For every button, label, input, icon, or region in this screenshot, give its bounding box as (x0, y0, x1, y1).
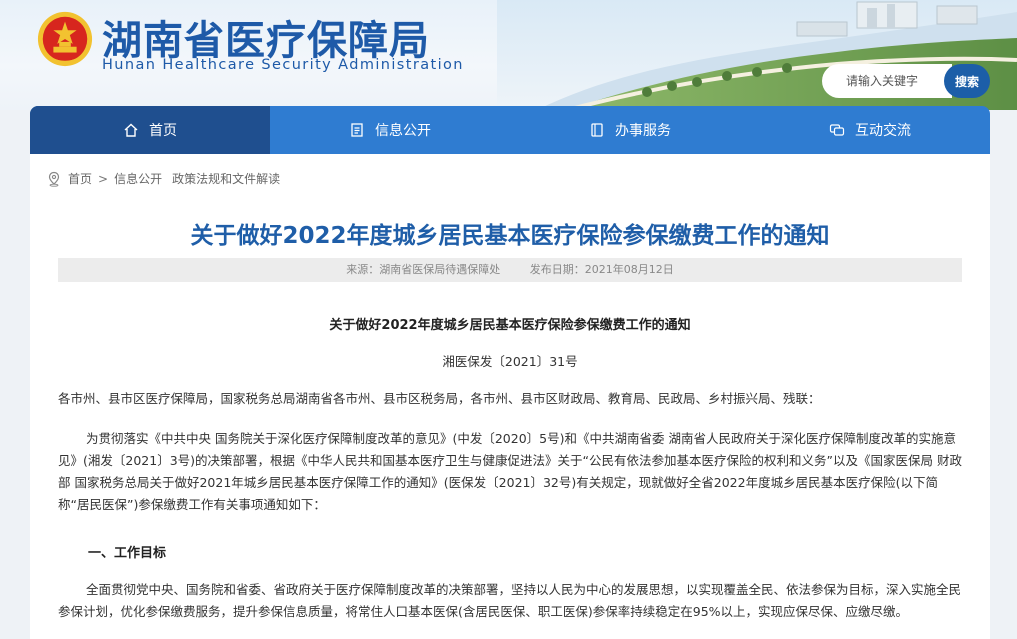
article-meta: 来源：湖南省医保局待遇保障处 发布日期：2021年08月12日 (58, 258, 962, 282)
site-subtitle-en: Hunan Healthcare Security Administration (102, 57, 464, 73)
breadcrumb-info-disclosure[interactable]: 信息公开 (114, 170, 162, 187)
document-icon (351, 123, 363, 137)
nav-item-label: 首页 (149, 123, 177, 139)
nav-item-interaction[interactable]: 互动交流 (750, 106, 990, 154)
main-content: 首页 > 信息公开 政策法规和文件解读 关于做好2022年度城乡居民基本医疗保险… (30, 154, 990, 639)
section-heading: 一、工作目标 (88, 546, 167, 561)
breadcrumb-policy[interactable]: 政策法规和文件解读 (172, 170, 280, 187)
site-header: 湖南省医疗保障局 Hunan Healthcare Security Admin… (0, 0, 1017, 110)
search-button[interactable]: 搜索 (944, 64, 990, 98)
book-icon (591, 123, 603, 137)
document-number: 湘医保发〔2021〕31号 (442, 354, 578, 369)
breadcrumb-home[interactable]: 首页 (68, 170, 92, 187)
nav-item-label: 互动交流 (855, 123, 911, 139)
document-title: 关于做好2022年度城乡居民基本医疗保险参保缴费工作的通知 (329, 318, 691, 333)
nav-item-info-disclosure[interactable]: 信息公开 (270, 106, 510, 154)
location-pin-icon (48, 171, 60, 187)
section-paragraph: 全面贯彻党中央、国务院和省委、省政府关于医疗保障制度改革的决策部署，坚持以人民为… (58, 582, 962, 619)
article-source: 来源：湖南省医保局待遇保障处 (346, 263, 501, 276)
page-title: 关于做好2022年度城乡居民基本医疗保险参保缴费工作的通知 (190, 223, 830, 249)
nav-item-home[interactable]: 首页 (30, 106, 270, 154)
nav-item-label: 信息公开 (375, 123, 431, 139)
breadcrumb: 首页 > 信息公开 政策法规和文件解读 (46, 170, 280, 187)
search-input[interactable] (822, 64, 952, 98)
home-icon (124, 123, 138, 137)
breadcrumb-separator: > (98, 171, 109, 186)
main-nav: 首页 信息公开 办事服务 互动交流 (30, 106, 990, 154)
search-box: 搜索 (822, 64, 990, 98)
chat-icon (829, 124, 845, 136)
addressee-paragraph: 各市州、县市区医疗保障局，国家税务总局湖南省各市州、县市区税务局，各市州、县市区… (58, 391, 821, 406)
nav-item-services[interactable]: 办事服务 (510, 106, 750, 154)
nav-item-label: 办事服务 (615, 123, 671, 139)
national-emblem-icon (37, 11, 93, 67)
article-date: 发布日期：2021年08月12日 (529, 263, 674, 276)
intro-paragraph: 为贯彻落实《中共中央 国务院关于深化医疗保障制度改革的意见》(中发〔2020〕5… (58, 431, 962, 512)
